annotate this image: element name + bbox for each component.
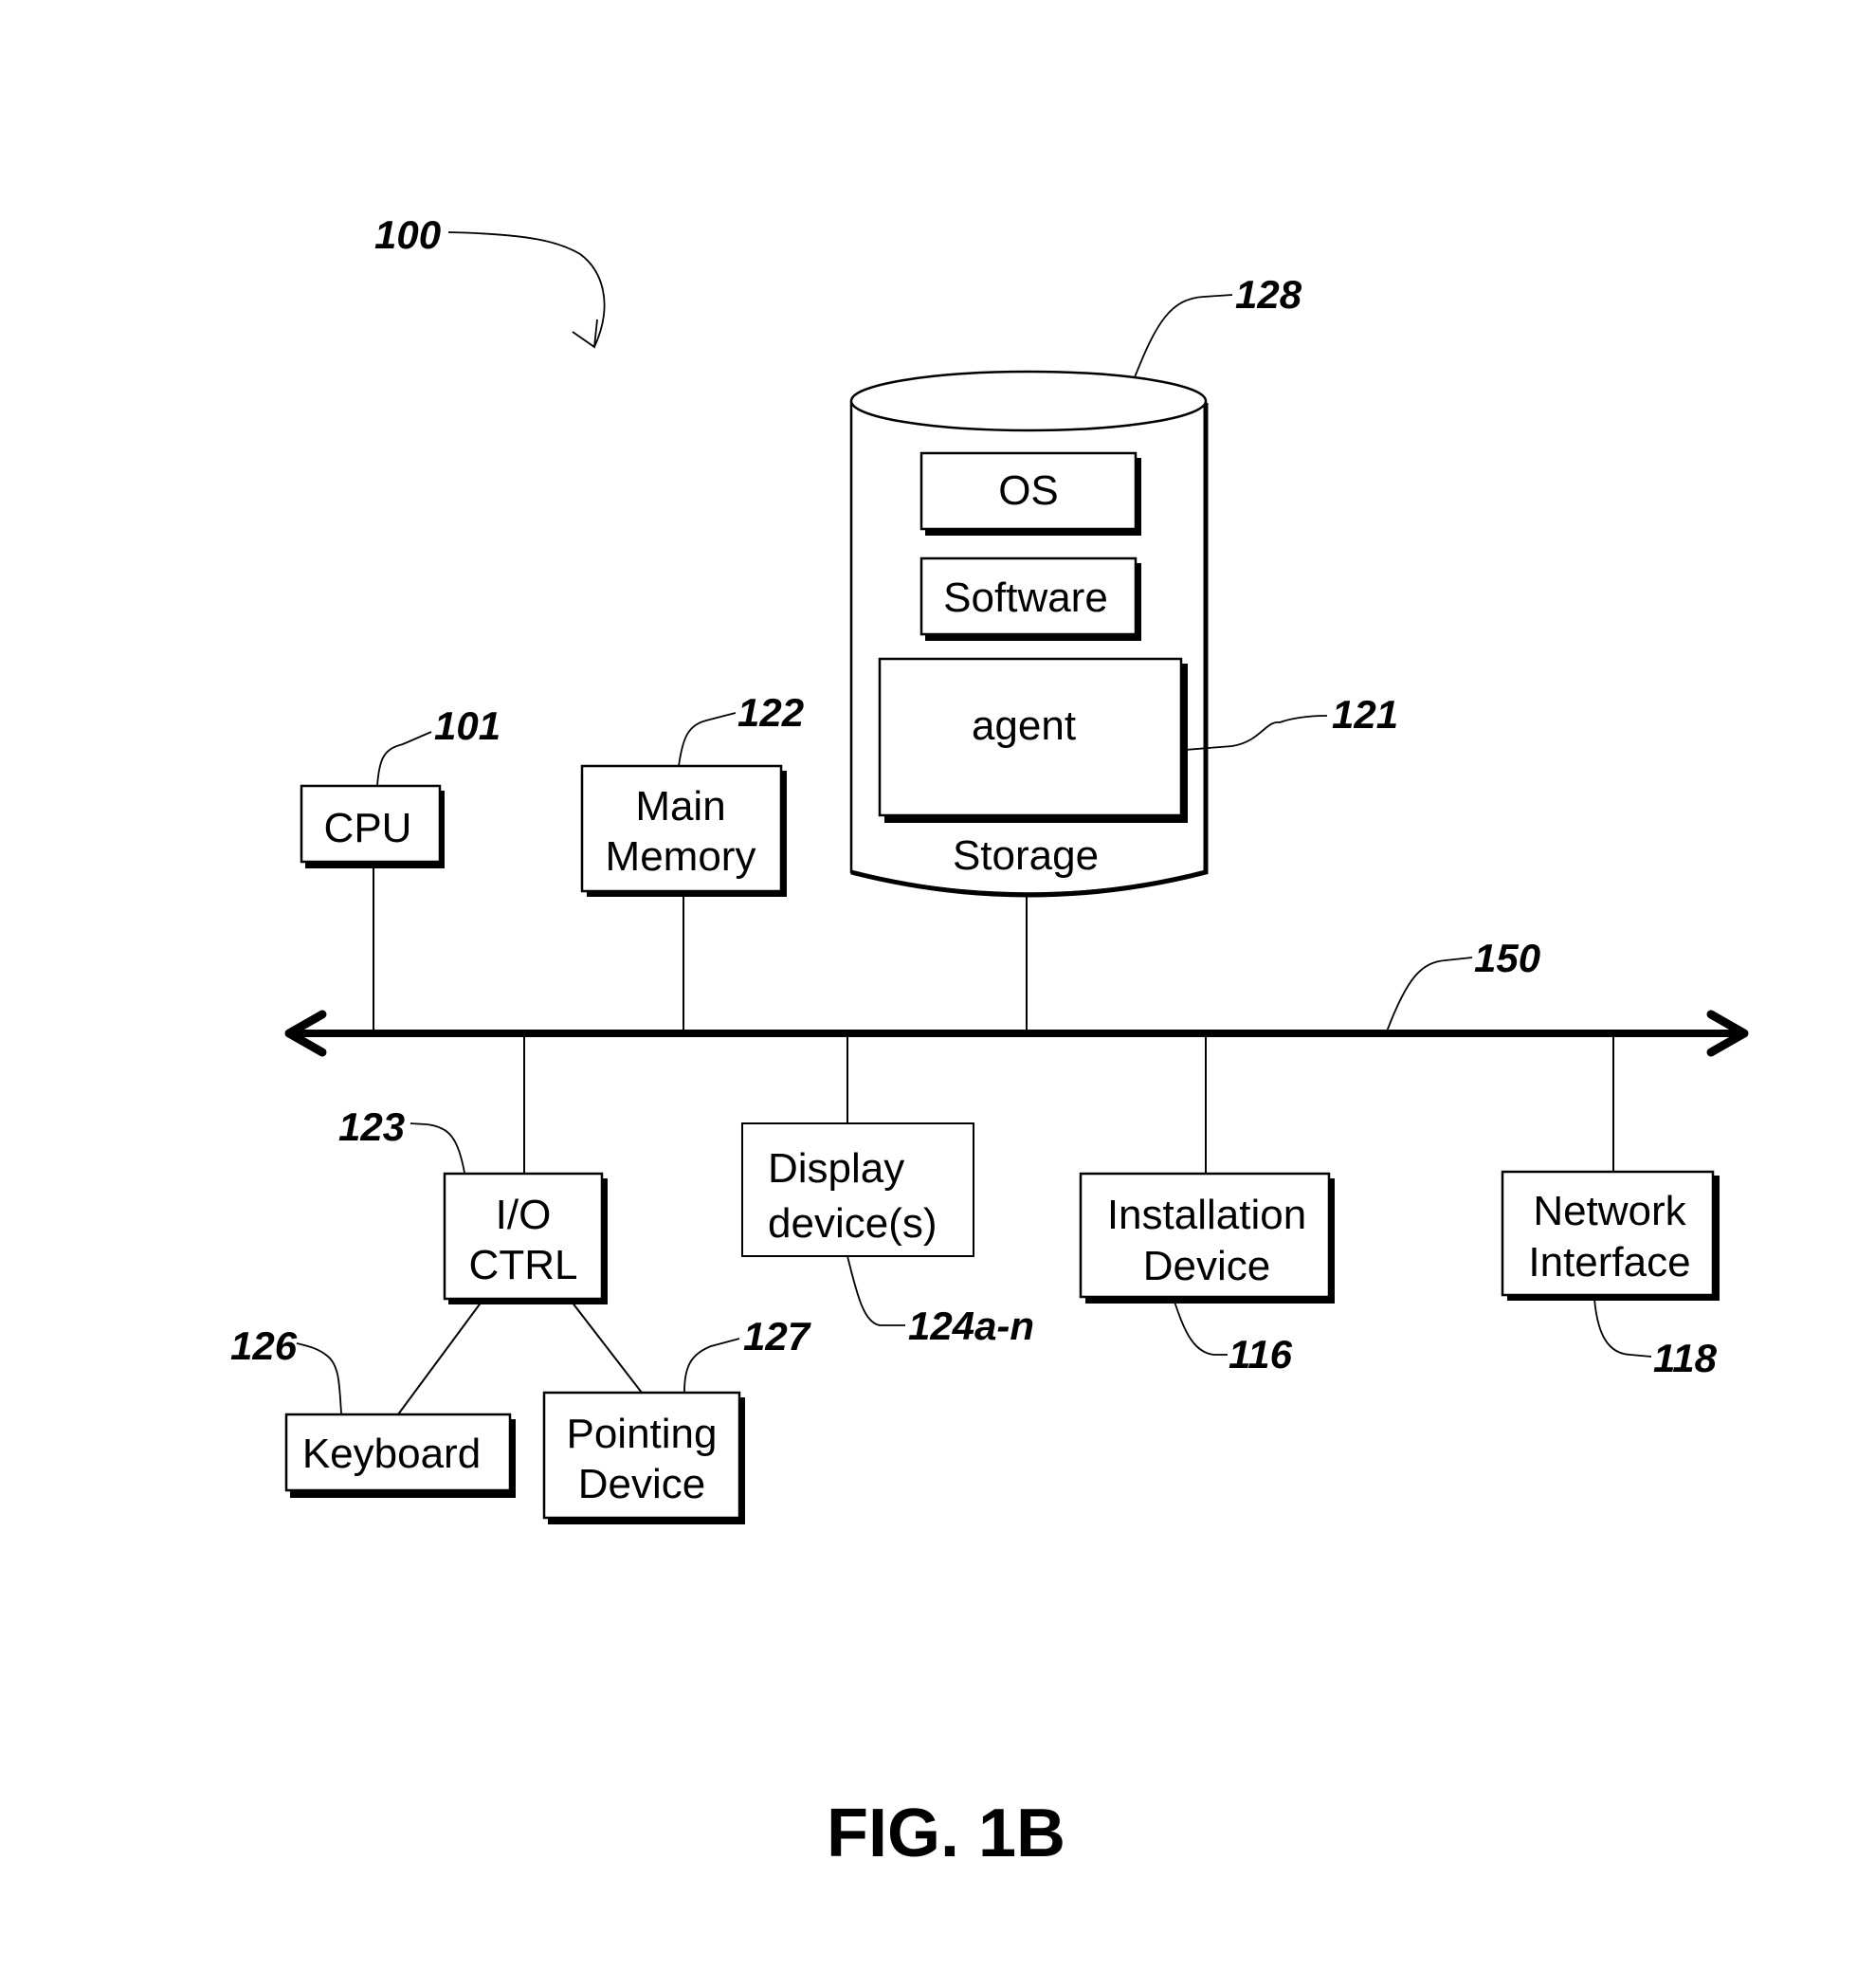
storage-ref-leader: [1134, 294, 1233, 378]
installation-device-block: Installation Device: [1079, 1172, 1335, 1304]
bus-ref-leader: [1386, 957, 1473, 1032]
system-ref-label: 100: [374, 212, 441, 257]
keyboard-ref-leader: [296, 1342, 342, 1414]
display-device-ref-leader: [846, 1255, 905, 1326]
figure-title: FIG. 1B: [827, 1796, 1065, 1871]
cpu-label: CPU: [324, 805, 412, 851]
os-label: OS: [998, 467, 1059, 514]
cpu-ref-leader: [376, 731, 432, 787]
storage-ref-label: 128: [1235, 272, 1302, 317]
agent-label: agent: [972, 702, 1076, 749]
display-device-label-line2: device(s): [768, 1200, 938, 1247]
network-interface-ref-label: 118: [1653, 1336, 1718, 1380]
storage-label: Storage: [953, 832, 1099, 879]
installation-device-ref-leader: [1173, 1298, 1228, 1356]
network-interface-label-line1: Network: [1533, 1188, 1686, 1234]
system-ref-arrowhead-icon: [572, 319, 598, 349]
software-label: Software: [943, 575, 1108, 621]
cpu-ref-label: 101: [434, 703, 501, 748]
network-interface-ref-leader: [1593, 1298, 1652, 1358]
agent-ref-label: 121: [1332, 692, 1398, 737]
network-interface-label-line2: Interface: [1528, 1239, 1690, 1286]
io-ctrl-ref-label: 123: [338, 1104, 405, 1149]
display-device-ref-label: 124a-n: [908, 1304, 1034, 1348]
main-memory-label-line2: Memory: [606, 833, 756, 880]
io-pointing-connector: [571, 1301, 643, 1394]
pointing-device-label-line1: Pointing: [566, 1411, 717, 1457]
installation-device-label-line1: Installation: [1107, 1192, 1306, 1238]
computer-architecture-diagram: 100 OS Software agent Storage 128 121 15…: [230, 212, 1749, 1871]
pointing-device-block: Pointing Device: [542, 1391, 745, 1524]
system-reference: 100: [374, 212, 606, 349]
main-memory-label-line1: Main: [635, 783, 725, 830]
network-interface-block: Network Interface: [1501, 1170, 1720, 1301]
keyboard-ref-label: 126: [230, 1323, 298, 1368]
io-ctrl-label-line1: I/O: [496, 1192, 552, 1238]
system-bus: [284, 1010, 1749, 1057]
pointing-device-ref-label: 127: [743, 1314, 811, 1359]
main-memory-ref-label: 122: [737, 690, 804, 735]
storage-cylinder: OS Software agent Storage: [849, 370, 1209, 898]
cpu-block: CPU: [300, 784, 445, 868]
io-keyboard-connector: [397, 1301, 482, 1415]
installation-device-label-line2: Device: [1143, 1243, 1271, 1289]
io-ctrl-ref-leader: [410, 1122, 465, 1174]
main-memory-ref-leader: [678, 712, 737, 767]
bus-ref-label: 150: [1474, 936, 1540, 980]
system-ref-arrow: [447, 231, 606, 348]
pointing-device-label-line2: Device: [578, 1461, 706, 1507]
display-device-label-line1: Display: [768, 1145, 904, 1192]
io-ctrl-label-line2: CTRL: [469, 1242, 578, 1288]
storage-cylinder-top: [849, 370, 1208, 432]
display-device-block: Display device(s): [741, 1122, 974, 1257]
keyboard-label: Keyboard: [302, 1431, 481, 1477]
installation-device-ref-label: 116: [1229, 1332, 1293, 1377]
keyboard-block: Keyboard: [284, 1413, 516, 1498]
io-ctrl-block: I/O CTRL: [443, 1172, 608, 1304]
pointing-device-ref-leader: [683, 1338, 740, 1393]
main-memory-block: Main Memory: [580, 764, 787, 897]
